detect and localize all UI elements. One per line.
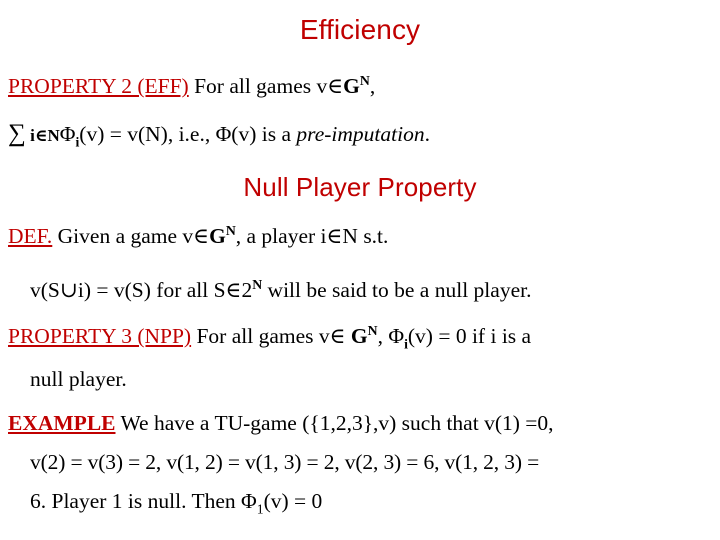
definition-line-2: v(S∪i) = v(S) for all S∈2N will be said … xyxy=(30,276,720,303)
null-player-condition-end: will be said to be a null player. xyxy=(262,278,532,302)
property-2-text-end: , xyxy=(369,74,376,98)
example-text-1: We have a TU-game ({1,2,3},v) such that … xyxy=(115,411,554,435)
example-tag: EXAMPLE xyxy=(8,411,116,435)
phi-subscript-player-1: 1 xyxy=(256,501,264,517)
page-title-efficiency: Efficiency xyxy=(299,14,421,45)
pre-imputation-term: pre-imputation xyxy=(296,122,425,146)
property-2-line: PROPERTY 2 (EFF) For all games v∈GN, xyxy=(8,72,720,99)
example-text-3a: 6. Player 1 is null. Then Φ xyxy=(30,489,257,513)
property-3-text-1: For all games v∈ xyxy=(191,324,351,348)
summation-index: i∈N xyxy=(30,126,60,145)
efficiency-formula-rest: (v) = v(N), i.e., Φ(v) is a xyxy=(79,122,297,146)
example-text-3b: (v) = 0 xyxy=(263,489,323,513)
definition-text-1: Given a game v∈ xyxy=(52,224,210,248)
section-title-null-player-property: Null Player Property xyxy=(243,172,477,202)
phi-symbol: Φ xyxy=(59,122,76,146)
game-space-superscript: N xyxy=(225,222,236,238)
property-3-text-2: , Φ xyxy=(377,324,405,348)
summation-symbol: ∑ xyxy=(8,120,26,147)
property-2-tag: PROPERTY 2 (EFF) xyxy=(8,74,189,98)
definition-tag: DEF. xyxy=(8,224,53,248)
example-line-1: EXAMPLE We have a TU-game ({1,2,3},v) su… xyxy=(8,411,720,436)
definition-text-2: , a player i∈N s.t. xyxy=(235,224,389,248)
property-3-tag: PROPERTY 3 (NPP) xyxy=(8,324,192,348)
example-line-2: v(2) = v(3) = 2, v(1, 2) = v(1, 3) = 2, … xyxy=(30,450,540,474)
property-3-line-2: null player. xyxy=(30,367,127,391)
game-space-symbol: G xyxy=(350,324,368,348)
null-player-condition: v(S∪i) = v(S) for all S∈2 xyxy=(30,278,253,302)
property-2-text-before-set: For all games v∈ xyxy=(188,74,344,98)
property-3-line-1: PROPERTY 3 (NPP) For all games v∈ GN, Φi… xyxy=(8,322,720,350)
game-space-superscript: N xyxy=(367,322,378,338)
efficiency-formula-line: ∑ i∈NΦi(v) = v(N), i.e., Φ(v) is a pre-i… xyxy=(8,120,720,149)
property-3-text-3: (v) = 0 if i is a xyxy=(407,324,532,348)
slide-canvas: Efficiency PROPERTY 2 (EFF) For all game… xyxy=(0,0,720,540)
game-space-symbol: G xyxy=(343,74,360,98)
definition-line-1: DEF. Given a game v∈GN, a player i∈N s.t… xyxy=(8,222,720,249)
game-space-superscript: N xyxy=(359,72,370,88)
game-space-symbol: G xyxy=(209,224,226,248)
powerset-superscript: N xyxy=(252,276,263,292)
efficiency-formula-period: . xyxy=(424,122,430,146)
example-line-3: 6. Player 1 is null. Then Φ1(v) = 0 xyxy=(30,489,720,517)
